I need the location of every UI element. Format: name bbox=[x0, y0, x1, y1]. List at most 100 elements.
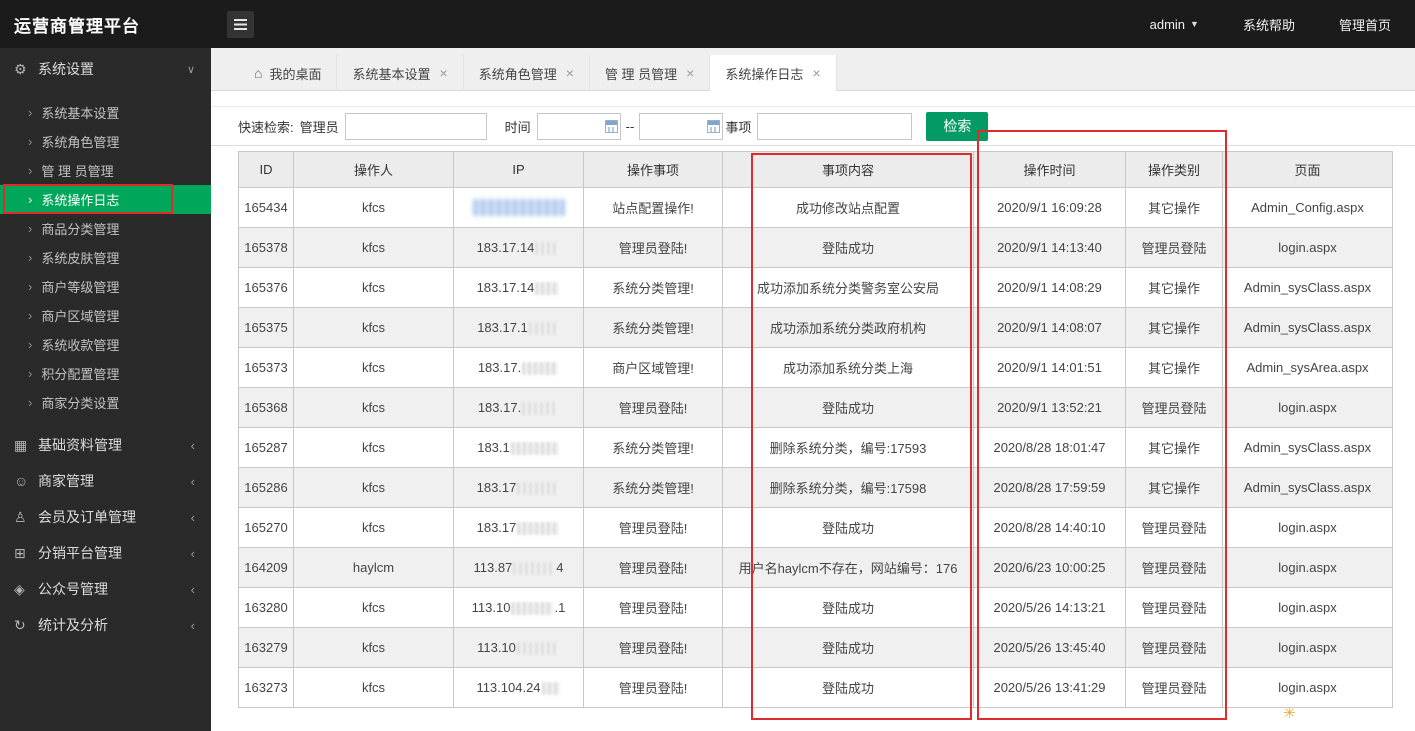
admin-home-link[interactable]: 管理首页 bbox=[1339, 15, 1391, 34]
cell-time: 2020/9/1 16:09:28 bbox=[973, 187, 1126, 228]
tab-active[interactable]: 系统操作日志 × bbox=[710, 55, 837, 91]
close-icon[interactable]: × bbox=[686, 65, 694, 81]
cell-event: 系统分类管理! bbox=[583, 427, 723, 468]
sidebar-subitem[interactable]: › 管 理 员管理 bbox=[0, 156, 211, 185]
sidebar-section[interactable]: ⊞ 分销平台管理 ‹ bbox=[0, 535, 211, 571]
chevron-right-icon: › bbox=[28, 134, 33, 149]
cell-id: 165287 bbox=[238, 427, 294, 468]
ip-text: 183.1 bbox=[477, 439, 510, 455]
sidebar-subitem[interactable]: › 系统基本设置 bbox=[0, 98, 211, 127]
tab-item[interactable]: ⌂ 我的桌面 bbox=[239, 55, 338, 91]
cell-time: 2020/9/1 14:08:29 bbox=[973, 267, 1126, 308]
sidebar-subitem[interactable]: › 系统角色管理 bbox=[0, 127, 211, 156]
cell-category: 其它操作 bbox=[1125, 427, 1223, 468]
sidebar-subitem-label: 管 理 员管理 bbox=[41, 164, 114, 179]
cell-id: 165270 bbox=[238, 507, 294, 548]
cell-category: 管理员登陆 bbox=[1125, 627, 1223, 668]
public-account-icon: ◈ bbox=[14, 580, 25, 597]
table-header-row: ID 操作人 IP 操作事项 事项内容 操作时间 操作类别 页面 bbox=[238, 151, 1393, 188]
ip-privacy-mask bbox=[541, 682, 560, 696]
hamburger-menu-button[interactable] bbox=[227, 10, 254, 38]
cell-id: 165376 bbox=[238, 267, 294, 308]
sidebar-section-label: 会员及订单管理 bbox=[38, 509, 136, 525]
sidebar-subitem[interactable]: › 系统收款管理 bbox=[0, 330, 211, 359]
sidebar-section[interactable]: ☺ 商家管理 ‹ bbox=[0, 463, 211, 499]
calendar-icon[interactable] bbox=[604, 119, 618, 133]
distribution-icon: ⊞ bbox=[14, 544, 26, 561]
close-icon[interactable]: × bbox=[440, 65, 448, 81]
cell-category: 管理员登陆 bbox=[1125, 507, 1223, 548]
table-row: 165286 kfcs 183.17 系统分类管理! 删除系统分类，编号:17598 20… bbox=[238, 467, 1393, 508]
cell-page: login.aspx bbox=[1222, 587, 1393, 628]
grid-icon: ▦ bbox=[14, 436, 28, 453]
sidebar-subitem[interactable]: › 商家分类设置 bbox=[0, 388, 211, 417]
hamburger-icon bbox=[234, 18, 247, 30]
sidebar-subitem-label: 系统角色管理 bbox=[41, 135, 120, 150]
cell-page: Admin_sysClass.aspx bbox=[1222, 467, 1393, 508]
cell-operator: kfcs bbox=[293, 307, 454, 348]
sidebar-section[interactable]: ↻ 统计及分析 ‹ bbox=[0, 607, 211, 643]
table-row: 165373 kfcs 183.17. 商户区域管理! 成功添加系统分类上海 2020/9… bbox=[238, 347, 1393, 388]
ip-text: 113.87 bbox=[473, 559, 513, 575]
main-content: ⌂ 我的桌面 系统基本设置 × 系统角色管理 × 管 理 员管理 × 系统操作日志 × 快速检索:… bbox=[211, 48, 1415, 731]
ip-privacy-mask bbox=[522, 402, 559, 416]
layout: ⚙ 系统设置 ∨ › 系统基本设置 › 系统角色管理 › 管 理 员管理 › 系统操作日志 › 商… bbox=[0, 48, 1415, 731]
ip-privacy-mask bbox=[516, 642, 559, 656]
cell-ip: 183.17.1 bbox=[453, 307, 584, 348]
cell-page: Admin_Config.aspx bbox=[1222, 187, 1393, 228]
cell-event: 管理员登陆! bbox=[583, 667, 723, 708]
cell-ip: 183.17.14 bbox=[453, 227, 584, 268]
table-body: 165434 kfcs 站点配置操作! 成功修改站点配置 2020/9/1 16:09:… bbox=[238, 187, 1393, 708]
cell-event: 系统分类管理! bbox=[583, 267, 723, 308]
sidebar-subitem[interactable]: › 商品分类管理 bbox=[0, 214, 211, 243]
tab-item[interactable]: 系统角色管理 × bbox=[464, 55, 590, 91]
table-row: 165378 kfcs 183.17.14 管理员登陆! 登陆成功 2020/9/1 14… bbox=[238, 227, 1393, 268]
cell-event: 商户区域管理! bbox=[583, 347, 723, 388]
sidebar-subitem[interactable]: › 系统操作日志 bbox=[0, 185, 211, 214]
sidebar-section-system-settings[interactable]: ⚙ 系统设置 ∨ bbox=[0, 48, 211, 90]
loading-icon: ✳ bbox=[1283, 705, 1296, 722]
top-header: 运营商管理平台 admin ▼ 系统帮助 管理首页 bbox=[0, 0, 1415, 48]
sidebar-submenu: › 系统基本设置 › 系统角色管理 › 管 理 员管理 › 系统操作日志 › 商品分类管理 › 系统皮… bbox=[0, 90, 211, 427]
admin-search-input[interactable] bbox=[344, 112, 487, 140]
cell-content: 用户名haylcm不存在，网站编号：176 bbox=[722, 547, 974, 588]
sidebar-subitem[interactable]: › 商户等级管理 bbox=[0, 272, 211, 301]
ip-privacy-mask bbox=[511, 602, 554, 616]
cell-content: 删除系统分类，编号:17593 bbox=[722, 427, 974, 468]
system-help-link[interactable]: 系统帮助 bbox=[1243, 15, 1295, 34]
sidebar-section[interactable]: ▦ 基础资料管理 ‹ bbox=[0, 427, 211, 463]
calendar-icon[interactable] bbox=[707, 119, 721, 133]
close-icon[interactable]: × bbox=[812, 65, 820, 81]
tab-item[interactable]: 系统基本设置 × bbox=[337, 55, 464, 91]
cell-time: 2020/5/26 13:41:29 bbox=[973, 667, 1126, 708]
table-row: 165375 kfcs 183.17.1 系统分类管理! 成功添加系统分类政府机构 202… bbox=[238, 307, 1393, 348]
cell-event: 管理员登陆! bbox=[583, 547, 723, 588]
cell-operator: kfcs bbox=[293, 467, 454, 508]
close-icon[interactable]: × bbox=[566, 65, 574, 81]
sidebar-section[interactable]: ◈ 公众号管理 ‹ bbox=[0, 571, 211, 607]
cell-content: 登陆成功 bbox=[722, 507, 974, 548]
chevron-left-icon: ‹ bbox=[190, 545, 195, 561]
ip-privacy-mask bbox=[517, 482, 560, 496]
cell-operator: kfcs bbox=[293, 347, 454, 388]
sidebar-subitem[interactable]: › 积分配置管理 bbox=[0, 359, 211, 388]
cell-operator: kfcs bbox=[293, 667, 454, 708]
sidebar-subitem-label: 系统收款管理 bbox=[41, 338, 120, 353]
ip-privacy-mask bbox=[535, 242, 560, 256]
item-search-input[interactable] bbox=[757, 112, 913, 140]
search-button[interactable]: 检索 bbox=[926, 111, 989, 141]
tab-item[interactable]: 管 理 员管理 × bbox=[590, 55, 711, 91]
sidebar-section[interactable]: ♙ 会员及订单管理 ‹ bbox=[0, 499, 211, 535]
user-menu[interactable]: admin ▼ bbox=[1150, 17, 1199, 32]
log-table-wrap: ID 操作人 IP 操作事项 事项内容 操作时间 操作类别 页面 165434 kfcs 站点配置… bbox=[211, 146, 1415, 708]
cell-ip: 183.1 bbox=[453, 427, 584, 468]
table-row: 163273 kfcs 113.104.24 管理员登陆! 登陆成功 2020/5/26 … bbox=[238, 667, 1393, 708]
sidebar-subitem[interactable]: › 系统皮肤管理 bbox=[0, 243, 211, 272]
tab-label: 系统基本设置 bbox=[352, 66, 431, 82]
cell-content: 登陆成功 bbox=[722, 667, 974, 708]
ip-privacy-mask bbox=[517, 522, 560, 536]
table-row: 165376 kfcs 183.17.14 系统分类管理! 成功添加系统分类警务室公安局… bbox=[238, 267, 1393, 308]
ip-privacy-mask bbox=[513, 562, 556, 576]
sidebar-subitem[interactable]: › 商户区域管理 bbox=[0, 301, 211, 330]
home-icon: ⌂ bbox=[254, 65, 263, 81]
